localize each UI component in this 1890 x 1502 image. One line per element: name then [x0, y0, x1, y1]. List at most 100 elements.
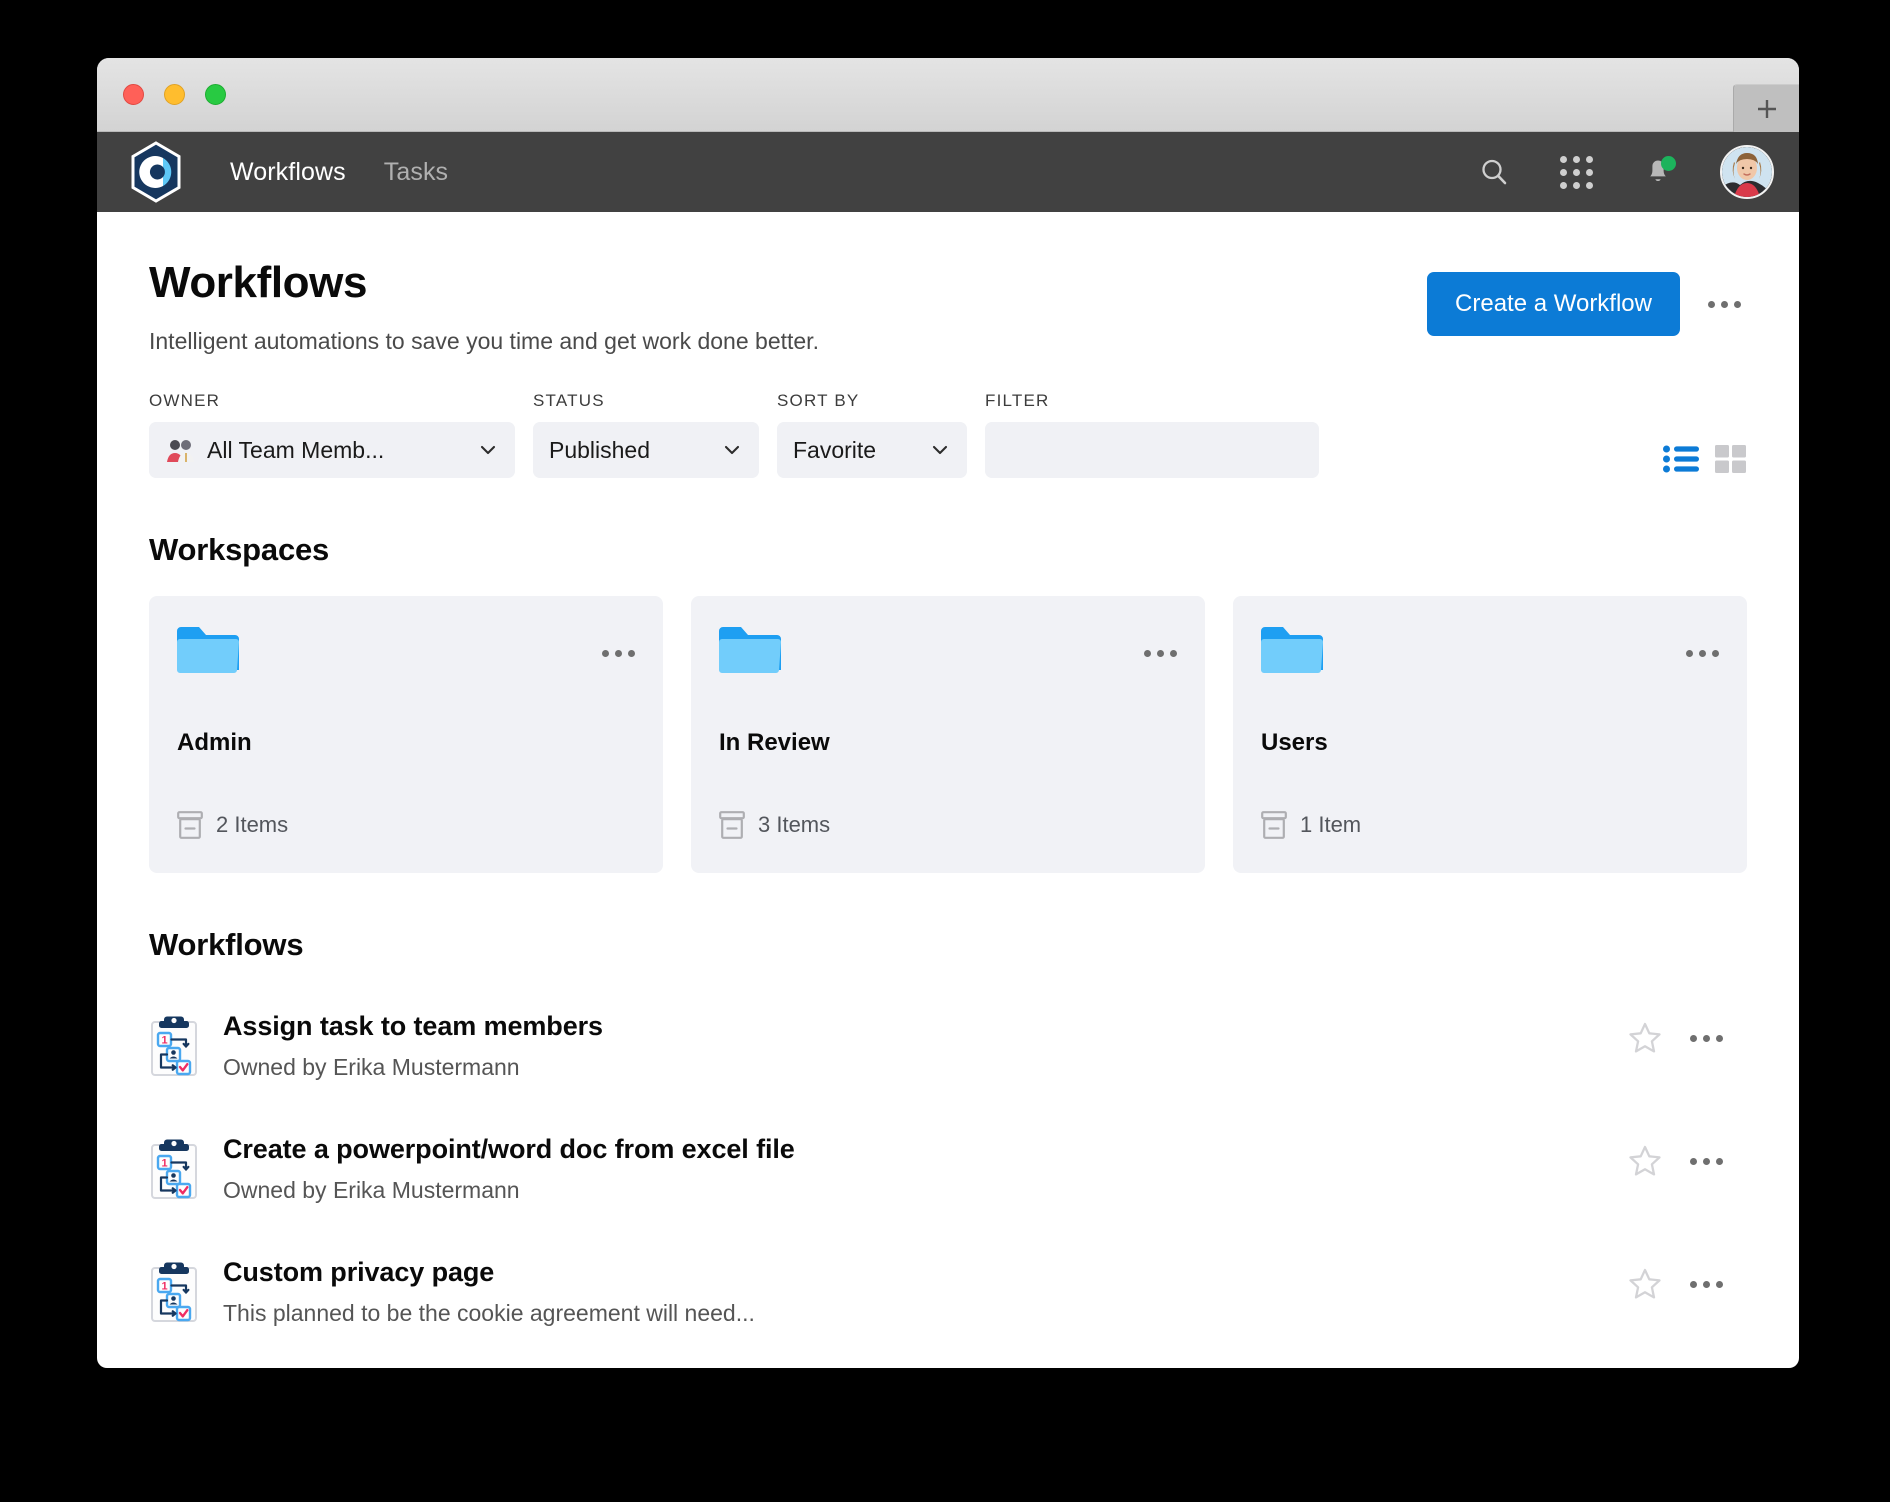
status-value: Published [549, 436, 651, 463]
workspace-name: Users [1261, 729, 1328, 756]
workspace-card[interactable]: Admin 2 Items [149, 596, 663, 873]
workflow-overflow-menu-button[interactable] [1684, 1025, 1729, 1052]
workspace-card[interactable]: In Review 3 Items [691, 596, 1205, 873]
workspace-name: Admin [177, 729, 252, 756]
filter-label: FILTER [985, 391, 1050, 410]
workflow-owner: Owned by Erika Mustermann [223, 1054, 520, 1080]
apps-grid-icon [1559, 155, 1593, 189]
svg-text:1: 1 [161, 1281, 167, 1293]
app-navigation-bar: Workflows Tasks [97, 132, 1799, 212]
nav-right-actions [1474, 132, 1774, 212]
workflow-row-actions [1628, 1267, 1729, 1301]
app-logo[interactable] [124, 140, 188, 204]
owner-label: OWNER [149, 391, 221, 410]
nav-links: Workflows Tasks [230, 158, 448, 187]
list-view-button[interactable] [1663, 444, 1699, 474]
page-header-text: Workflows Intelligent automations to sav… [149, 258, 819, 355]
workflow-text: Create a powerpoint/word doc from excel … [211, 1134, 1747, 1204]
minimize-window-button[interactable] [164, 84, 185, 105]
page-content: Workflows Intelligent automations to sav… [97, 212, 1799, 1368]
apps-button[interactable] [1556, 152, 1596, 192]
workspace-overflow-menu-button[interactable] [1680, 640, 1725, 667]
filter-input[interactable] [985, 422, 1319, 478]
workspace-item-count: 2 Items [216, 812, 289, 837]
workflow-row[interactable]: 1 Custom privacy page This planned to be… [149, 1231, 1747, 1354]
workflow-overflow-menu-button[interactable] [1684, 1271, 1729, 1298]
workflow-row-actions [1628, 1021, 1729, 1055]
workspace-meta: 2 Items [177, 811, 288, 839]
folder-icon [1261, 627, 1323, 673]
workflow-overflow-menu-button[interactable] [1684, 1148, 1729, 1175]
workflow-title: Assign task to team members [223, 1011, 603, 1041]
favorite-star-icon[interactable] [1628, 1144, 1662, 1178]
workspace-item-count: 3 Items [758, 812, 831, 837]
workspace-overflow-menu-button[interactable] [1138, 640, 1183, 667]
workflows-list: 1 Assign task to team members Owned by E… [149, 985, 1747, 1354]
window-controls [123, 84, 226, 105]
archive-box-icon [177, 811, 203, 839]
workspaces-grid: Admin 2 Items In Review 3 Items Users 1 … [149, 596, 1747, 873]
close-window-button[interactable] [123, 84, 144, 105]
nav-link-tasks[interactable]: Tasks [384, 158, 448, 187]
workspace-name: In Review [719, 729, 830, 756]
chevron-down-icon [932, 445, 948, 455]
new-tab-button[interactable] [1733, 84, 1799, 132]
workflow-row-actions [1628, 1144, 1729, 1178]
owner-select[interactable]: All Team Memb... [149, 422, 515, 478]
workflow-title: Create a powerpoint/word doc from excel … [223, 1134, 795, 1164]
archive-box-icon [1261, 811, 1287, 839]
workflow-text: Custom privacy page This planned to be t… [211, 1257, 1747, 1327]
folder-icon [719, 627, 781, 673]
archive-box-icon [719, 811, 745, 839]
nav-link-workflows[interactable]: Workflows [230, 158, 346, 187]
search-button[interactable] [1474, 152, 1514, 192]
browser-titlebar [97, 58, 1799, 132]
workspaces-heading: Workspaces [149, 532, 330, 567]
status-field: STATUS Published [533, 391, 759, 478]
svg-text:1: 1 [161, 1035, 167, 1047]
team-members-icon [167, 440, 194, 462]
create-workflow-button[interactable]: Create a Workflow [1427, 272, 1680, 336]
sort-by-value: Favorite [793, 436, 877, 463]
filter-field: FILTER [985, 391, 1319, 478]
workflow-row[interactable]: 1 Assign task to team members Owned by E… [149, 985, 1747, 1108]
sort-by-label: SORT BY [777, 391, 860, 410]
status-label: STATUS [533, 391, 605, 410]
folder-icon [177, 627, 239, 673]
notifications-button[interactable] [1638, 152, 1678, 192]
favorite-star-icon[interactable] [1628, 1267, 1662, 1301]
hexagon-logo-icon [131, 141, 181, 203]
owner-value: All Team Memb... [207, 436, 385, 463]
sort-by-field: SORT BY Favorite [777, 391, 967, 478]
sort-by-select[interactable]: Favorite [777, 422, 967, 478]
page-overflow-menu-button[interactable] [1702, 291, 1747, 318]
workspace-card[interactable]: Users 1 Item [1233, 596, 1747, 873]
avatar-photo [1722, 147, 1772, 197]
workflow-text: Assign task to team members Owned by Eri… [211, 1011, 1747, 1081]
notification-badge [1661, 156, 1676, 171]
chevron-down-icon [724, 445, 740, 455]
page-title: Workflows [149, 258, 368, 307]
workflow-row[interactable]: 1 Create a powerpoint/word doc from exce… [149, 1108, 1747, 1231]
browser-window: Workflows Tasks Workflows Intelligent au… [97, 58, 1799, 1368]
workflow-clipboard-icon: 1 [149, 1257, 201, 1328]
favorite-star-icon[interactable] [1628, 1021, 1662, 1055]
svg-text:1: 1 [161, 1158, 167, 1170]
plus-icon [1757, 99, 1776, 118]
workflow-owner: Owned by Erika Mustermann [223, 1177, 520, 1203]
grid-view-button[interactable] [1715, 444, 1747, 474]
zoom-window-button[interactable] [205, 84, 226, 105]
workspace-overflow-menu-button[interactable] [596, 640, 641, 667]
workspace-meta: 3 Items [719, 811, 830, 839]
owner-field: OWNER All Team Memb... [149, 391, 515, 478]
workspace-meta: 1 Item [1261, 811, 1361, 839]
page-header-actions: Create a Workflow [1427, 258, 1747, 336]
workflows-heading: Workflows [149, 927, 304, 962]
chevron-down-icon [480, 445, 496, 455]
page-header: Workflows Intelligent automations to sav… [149, 212, 1747, 355]
search-icon [1482, 159, 1507, 185]
user-avatar[interactable] [1720, 145, 1774, 199]
filter-bar: OWNER All Team Memb... STATUS Published … [149, 391, 1747, 478]
page-subtitle: Intelligent automations to save you time… [149, 328, 819, 354]
status-select[interactable]: Published [533, 422, 759, 478]
